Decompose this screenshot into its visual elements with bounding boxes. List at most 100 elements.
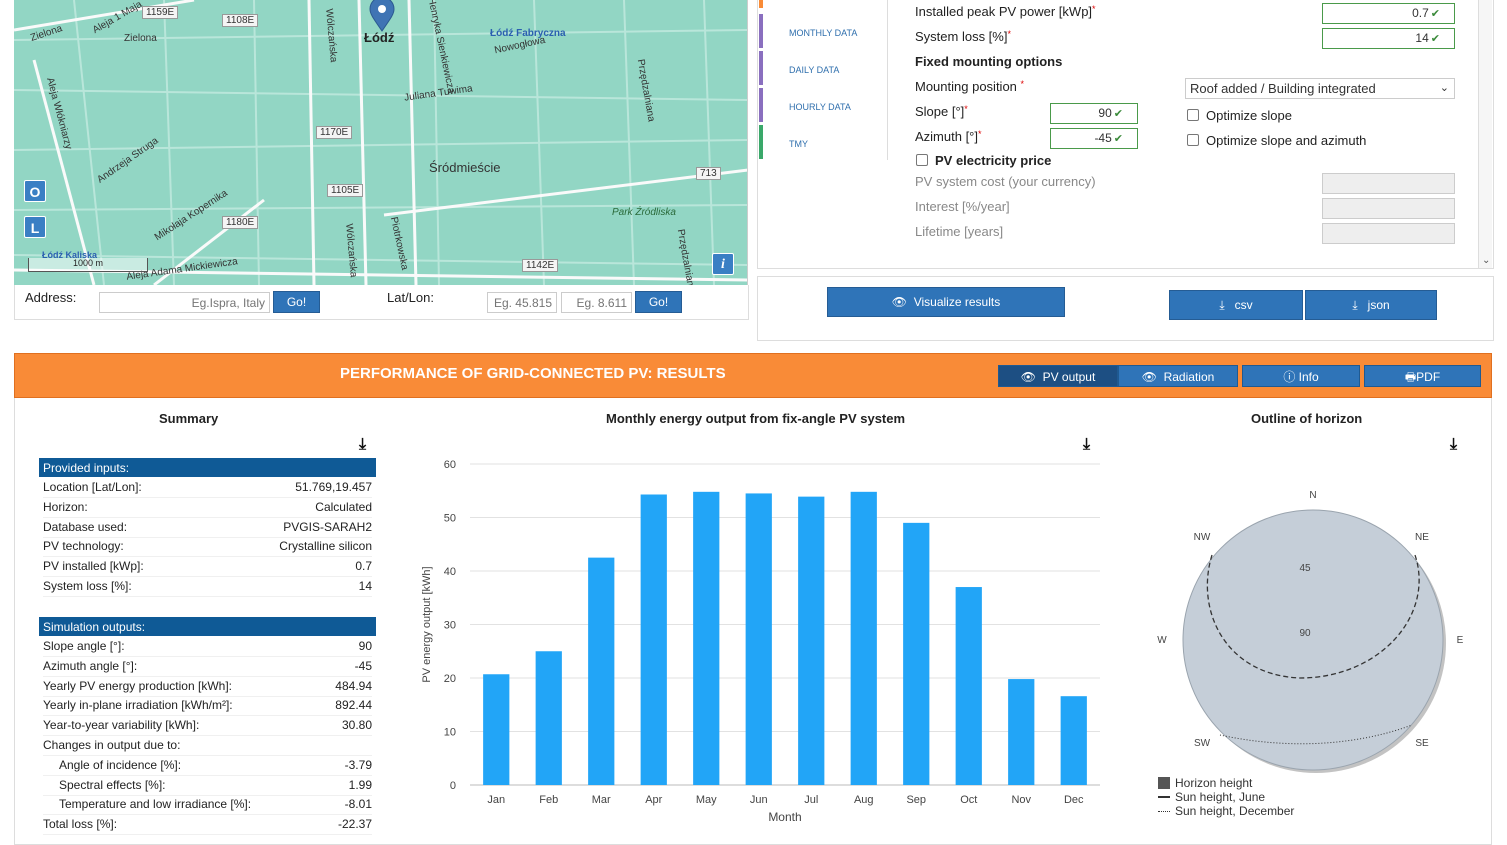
lifetime-input[interactable] xyxy=(1322,223,1455,244)
map-info-button[interactable]: i xyxy=(712,253,734,275)
summary-row-label: Total loss [%]: xyxy=(43,817,118,832)
map-view[interactable]: Zielona Aleja 1 Maja Zielona Aleja Włókn… xyxy=(14,0,748,285)
road-badge: 1159E xyxy=(142,6,179,19)
summary-row: Slope angle [°]: 90 xyxy=(43,639,372,657)
x-tick-label: Jul xyxy=(804,794,818,806)
address-go-button[interactable]: Go! xyxy=(273,291,320,313)
summary-row: Total loss [%]: -22.37 xyxy=(43,817,372,836)
monthly-energy-chart: 0 10 20 30 40 50 60 Jan Feb Mar Apr May Jun Jul Aug Sep… xyxy=(421,459,1100,824)
x-tick-label: Jun xyxy=(750,794,768,806)
bar-feb xyxy=(535,651,562,785)
tab-monthly-data[interactable]: MONTHLY DATA xyxy=(759,14,879,48)
bar-jul xyxy=(798,496,825,785)
json-download-button[interactable]: ⤓ json xyxy=(1305,290,1437,320)
latlon-go-button[interactable]: Go! xyxy=(635,291,682,313)
summary-row: Temperature and low irradiance [%]: -8.01 xyxy=(43,797,372,816)
ring-label: 90 xyxy=(1299,628,1311,639)
summary-row-label: Horizon: xyxy=(43,499,88,514)
x-tick-label: Aug xyxy=(854,794,874,806)
lon-input[interactable] xyxy=(561,292,632,313)
bar-sep xyxy=(903,522,930,785)
bar-jan xyxy=(483,674,510,785)
summary-row-value: -3.79 xyxy=(344,757,372,772)
tab-hourly-data[interactable]: HOURLY DATA xyxy=(759,88,879,122)
download-icon[interactable]: ⤓ xyxy=(1450,436,1457,454)
optimize-slope-azimuth-checkbox[interactable] xyxy=(1187,134,1199,146)
y-tick-label: 20 xyxy=(444,673,456,685)
summary-row: Yearly in-plane irradiation [kWh/m²]: 892… xyxy=(43,698,372,717)
pv-price-checkbox[interactable] xyxy=(916,154,928,166)
slope-input[interactable]: 90 ✔ xyxy=(1050,103,1138,124)
system-cost-input[interactable] xyxy=(1322,173,1455,194)
y-tick-label: 60 xyxy=(444,459,456,471)
simulation-outputs-header: Simulation outputs: xyxy=(39,617,376,636)
map-layer-button[interactable]: L xyxy=(24,216,46,238)
compass-label: W xyxy=(1157,635,1167,646)
latlon-label: Lat/Lon: xyxy=(387,290,434,305)
tab-tmy[interactable]: TMY xyxy=(759,125,879,159)
results-title: PERFORMANCE OF GRID-CONNECTED PV: RESULT… xyxy=(340,365,726,382)
compass-label: NW xyxy=(1194,532,1211,543)
summary-row-value: PVGIS-SARAH2 xyxy=(283,519,372,534)
y-tick-label: 0 xyxy=(450,780,456,792)
csv-download-button[interactable]: ⤓ csv xyxy=(1169,290,1303,320)
radiation-button[interactable]: 👁 Radiation xyxy=(1118,365,1238,387)
y-tick-label: 50 xyxy=(444,513,456,525)
provided-inputs-header: Provided inputs: xyxy=(39,458,376,477)
y-tick-label: 40 xyxy=(444,566,456,578)
y-tick-label: 10 xyxy=(444,727,456,739)
tab-daily-data[interactable]: DAILY DATA xyxy=(759,51,879,85)
visualize-results-button[interactable]: 👁 Visualize results xyxy=(827,287,1065,317)
peak-power-label: Installed peak PV power [kWp]* xyxy=(915,4,1096,19)
compass-label: E xyxy=(1457,635,1464,646)
interest-input[interactable] xyxy=(1322,198,1455,219)
optimize-slope-label: Optimize slope xyxy=(1206,108,1292,123)
x-tick-label: Sep xyxy=(906,794,926,806)
summary-row-value: 30.80 xyxy=(341,718,372,733)
pv-output-button[interactable]: 👁 PV output xyxy=(998,365,1118,387)
optimize-slope-azimuth-label: Optimize slope and azimuth xyxy=(1206,133,1367,148)
x-axis-label: Month xyxy=(768,810,801,824)
road-badge: 1105E xyxy=(327,184,364,197)
legend-dots xyxy=(1158,805,1170,812)
summary-row: PV technology: Crystalline silicon xyxy=(43,539,372,558)
azimuth-input[interactable]: -45 ✔ xyxy=(1050,128,1138,149)
summary-row: Yearly PV energy production [kWh]: 484.94 xyxy=(43,679,372,697)
summary-row: System loss [%]: 14 xyxy=(43,579,372,597)
pdf-button[interactable]: 🖶PDF xyxy=(1364,365,1481,387)
system-loss-input[interactable]: 14 ✔ xyxy=(1322,28,1455,49)
optimize-slope-checkbox[interactable] xyxy=(1187,109,1199,121)
check-icon: ✔ xyxy=(1430,8,1440,20)
horizon-title: Outline of horizon xyxy=(1251,411,1363,426)
summary-row-value: -22.37 xyxy=(337,817,372,832)
download-icon[interactable]: ⤓ xyxy=(359,436,366,454)
lat-input[interactable] xyxy=(487,292,557,313)
download-icon: ⤓ xyxy=(1352,297,1358,312)
bar-mar xyxy=(588,557,615,785)
eye-icon: 👁 xyxy=(1020,370,1036,384)
summary-title: Summary xyxy=(159,411,219,426)
bar-apr xyxy=(640,494,667,785)
summary-row-value: -8.01 xyxy=(344,797,372,812)
pv-price-label: PV electricity price xyxy=(935,153,1052,168)
summary-row-value: Crystalline silicon xyxy=(279,539,372,554)
park-label: Park Źródliska xyxy=(612,207,676,218)
x-tick-label: Dec xyxy=(1064,794,1084,806)
legend-dash xyxy=(1158,791,1170,798)
bar-oct xyxy=(955,587,982,785)
map-marker-icon[interactable] xyxy=(369,0,395,32)
address-input[interactable] xyxy=(99,292,270,313)
tab-indicator xyxy=(759,0,763,8)
peak-power-input[interactable]: 0.7 ✔ xyxy=(1322,3,1455,24)
x-tick-label: Oct xyxy=(960,794,977,806)
bar-aug xyxy=(850,491,877,785)
chart-title: Monthly energy output from fix-angle PV … xyxy=(606,411,906,426)
mounting-position-select[interactable]: Roof added / Building integrated ⌄ xyxy=(1185,78,1455,99)
x-tick-label: May xyxy=(696,794,717,806)
map-overlay-button[interactable]: O xyxy=(24,180,46,202)
scroll-down-icon[interactable]: ⌄ xyxy=(1482,255,1490,266)
info-button[interactable]: ⓘ Info xyxy=(1242,365,1360,387)
road-badge: 1180E xyxy=(222,216,259,229)
form-scrollbar[interactable]: ⌄ xyxy=(1478,0,1492,268)
system-cost-label: PV system cost (your currency) xyxy=(915,174,1096,189)
